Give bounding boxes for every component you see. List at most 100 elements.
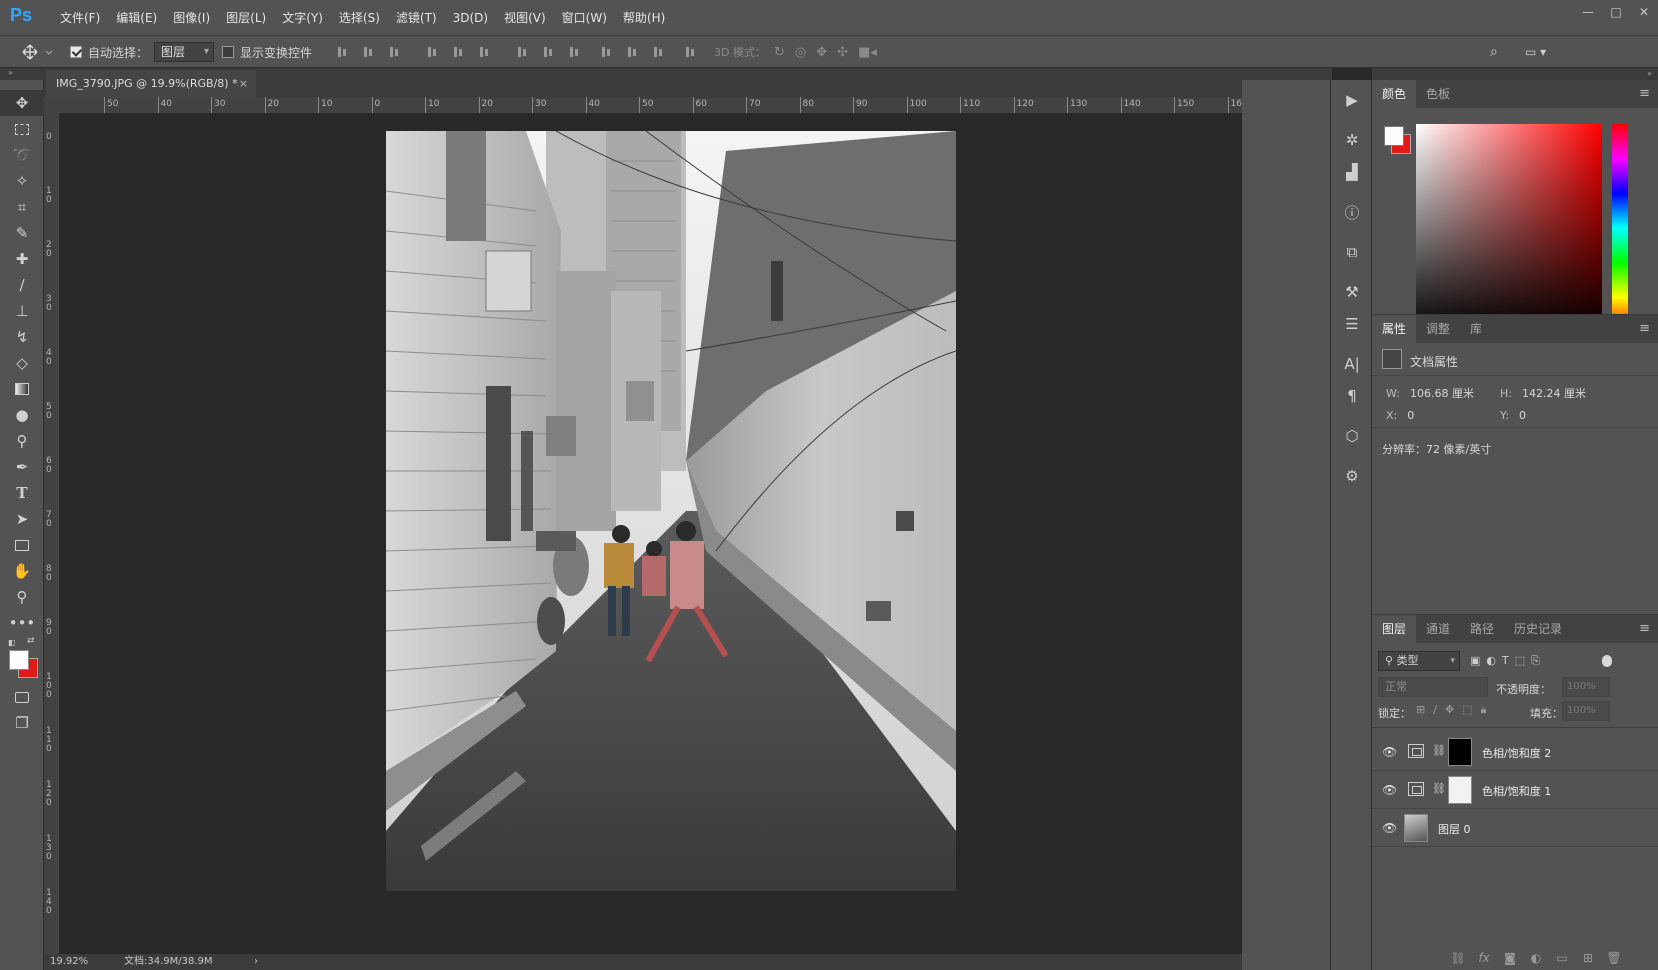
move-tool-preset[interactable] — [22, 36, 56, 68]
info-icon[interactable]: ⓘ — [1331, 196, 1373, 228]
timeline-icon[interactable]: ⚙ — [1331, 460, 1373, 492]
3d-pan-icon[interactable]: ✥ — [816, 45, 827, 60]
paragraph-icon[interactable]: ¶ — [1331, 380, 1373, 412]
filter-adjustment-icon[interactable]: ◐ — [1486, 651, 1496, 671]
gradient-tool-icon[interactable] — [0, 376, 44, 402]
fx-icon[interactable]: fx — [1474, 951, 1494, 965]
visibility-eye-icon[interactable]: 👁︎ — [1382, 783, 1397, 797]
character-icon[interactable]: A| — [1331, 348, 1373, 380]
menu-help[interactable]: 帮助(H) — [615, 0, 673, 36]
history-brush-tool-icon[interactable]: ↯ — [0, 324, 44, 350]
filter-type-icon[interactable]: T — [1502, 651, 1509, 671]
distribute-left-icon[interactable] — [600, 45, 614, 59]
new-group-icon[interactable]: ▭ — [1552, 951, 1572, 965]
foreground-color-swatch[interactable] — [9, 650, 29, 670]
width-field[interactable]: W: 106.68 厘米 — [1386, 385, 1474, 401]
zoom-level[interactable]: 19.92% — [50, 954, 88, 970]
brush-presets-icon[interactable]: ⚒ — [1331, 276, 1373, 308]
document-tab[interactable]: IMG_3790.JPG @ 19.9%(RGB/8) * × — [46, 70, 256, 98]
tab-adjustments[interactable]: 调整 — [1416, 315, 1460, 343]
new-layer-icon[interactable]: ⊞ — [1578, 951, 1598, 965]
healing-brush-tool-icon[interactable]: ✚ — [0, 246, 44, 272]
color-panel-foreground-swatch[interactable] — [1384, 126, 1404, 146]
layers-menu-icon[interactable]: ≡ — [1639, 621, 1650, 636]
auto-select-dropdown[interactable]: 图层 — [154, 42, 215, 62]
3d-roll-icon[interactable]: ◎ — [795, 45, 806, 60]
align-vcenter-icon[interactable] — [362, 45, 376, 59]
layer-filter-dropdown[interactable]: ⚲ 类型 ▾ — [1378, 651, 1460, 671]
align-hcenter-icon[interactable] — [452, 45, 466, 59]
toolbar-collapse-bar[interactable]: » — [0, 68, 44, 80]
histogram-icon[interactable]: ▟ — [1331, 156, 1373, 188]
y-field[interactable]: Y: 0 — [1500, 409, 1526, 422]
3d-slide-icon[interactable]: ✣ — [837, 45, 848, 60]
blend-mode-dropdown[interactable]: 正常 — [1378, 677, 1488, 697]
tab-color[interactable]: 颜色 — [1372, 80, 1417, 108]
link-layers-icon[interactable]: ⛓ — [1448, 951, 1468, 965]
align-right-icon[interactable] — [478, 45, 492, 59]
clone-stamp-tool-icon[interactable]: ⊥ — [0, 298, 44, 324]
search-icon[interactable]: ⌕ — [1490, 36, 1498, 68]
panel-menu-icon[interactable]: ≡ — [1639, 86, 1650, 101]
lock-pixels-icon[interactable]: ∕ — [1433, 703, 1437, 717]
lasso-tool-icon[interactable]: ➰ — [0, 142, 44, 168]
layer-thumbnail[interactable] — [1404, 814, 1428, 842]
menu-edit[interactable]: 编辑(E) — [108, 0, 165, 36]
menu-filter[interactable]: 滤镜(T) — [388, 0, 445, 36]
document-close-icon[interactable]: × — [239, 70, 248, 98]
visibility-eye-icon[interactable]: 👁︎ — [1382, 745, 1397, 759]
menu-layer[interactable]: 图层(L) — [218, 0, 274, 36]
zoom-tool-icon[interactable]: ⚲ — [0, 584, 44, 610]
quick-mask-icon[interactable] — [0, 684, 44, 710]
3d-rotate-icon[interactable]: ↻ — [774, 45, 785, 60]
eraser-tool-icon[interactable]: ◇ — [0, 350, 44, 376]
menu-select[interactable]: 选择(S) — [331, 0, 388, 36]
distribute-right-icon[interactable] — [652, 45, 666, 59]
mask-link-icon[interactable]: ⛓ — [1432, 744, 1446, 757]
lock-transparent-icon[interactable]: ⊞ — [1416, 703, 1425, 717]
layer-row[interactable]: 👁︎ ⛓ 色相/饱和度 2 — [1372, 733, 1658, 771]
tab-swatches[interactable]: 色板 — [1416, 80, 1460, 108]
properties-menu-icon[interactable]: ≡ — [1639, 321, 1650, 336]
status-menu-arrow[interactable]: › — [254, 954, 258, 970]
lock-all-icon[interactable]: 🔒︎ — [1481, 703, 1487, 717]
distribute-bottom-icon[interactable] — [568, 45, 582, 59]
hue-slider[interactable] — [1612, 124, 1628, 332]
opacity-input[interactable]: 100% — [1562, 677, 1610, 697]
brush-settings-icon[interactable]: ☰ — [1331, 308, 1373, 340]
crop-tool-icon[interactable]: ⌗ — [0, 194, 44, 220]
dodge-tool-icon[interactable]: ⚲ — [0, 428, 44, 454]
layer-mask-thumbnail[interactable] — [1448, 776, 1472, 804]
panels-collapse-icon[interactable]: » — [1372, 68, 1658, 80]
menu-3d[interactable]: 3D(D) — [445, 0, 496, 36]
eyedropper-tool-icon[interactable]: ✎ — [0, 220, 44, 246]
layer-mask-thumbnail[interactable] — [1448, 738, 1472, 766]
navigator-icon[interactable]: ✲ — [1331, 124, 1373, 156]
filter-toggle[interactable] — [1602, 655, 1612, 667]
height-field[interactable]: H: 142.24 厘米 — [1500, 385, 1586, 401]
path-selection-tool-icon[interactable]: ➤ — [0, 506, 44, 532]
dock-collapse-bar[interactable] — [1242, 68, 1332, 80]
visibility-eye-icon[interactable]: 👁︎ — [1382, 821, 1397, 835]
show-transform-checkbox[interactable] — [222, 46, 234, 58]
filter-smart-object-icon[interactable]: ⎘ — [1531, 651, 1540, 671]
type-tool-icon[interactable]: T — [0, 480, 44, 506]
mask-link-icon[interactable]: ⛓ — [1432, 782, 1446, 795]
tab-layers[interactable]: 图层 — [1372, 615, 1417, 643]
close-button[interactable]: ✕ — [1630, 0, 1658, 26]
swap-colors-icon[interactable]: ⇄ — [27, 636, 35, 646]
align-top-icon[interactable] — [336, 45, 350, 59]
blur-tool-icon[interactable]: ● — [0, 402, 44, 428]
align-left-icon[interactable] — [426, 45, 440, 59]
lock-artboard-icon[interactable]: ⬚ — [1462, 703, 1472, 717]
restore-button[interactable]: □ — [1602, 0, 1630, 26]
magic-wand-tool-icon[interactable]: ✧ — [0, 168, 44, 194]
vertical-ruler[interactable]: 0 10 20 30 40 50 60 70 80 90 100 110 120 130 140 — [44, 114, 60, 958]
minimize-button[interactable]: — — [1574, 0, 1602, 26]
screen-mode-icon[interactable]: ❐ — [0, 710, 44, 736]
fill-input[interactable]: 100% — [1562, 701, 1610, 721]
default-colors-icon[interactable]: ◧ — [8, 638, 16, 647]
move-tool-icon[interactable]: ✥ — [0, 90, 44, 116]
delete-layer-icon[interactable]: 🗑︎ — [1604, 951, 1624, 965]
3d-camera-icon[interactable]: ■◂ — [858, 45, 877, 60]
